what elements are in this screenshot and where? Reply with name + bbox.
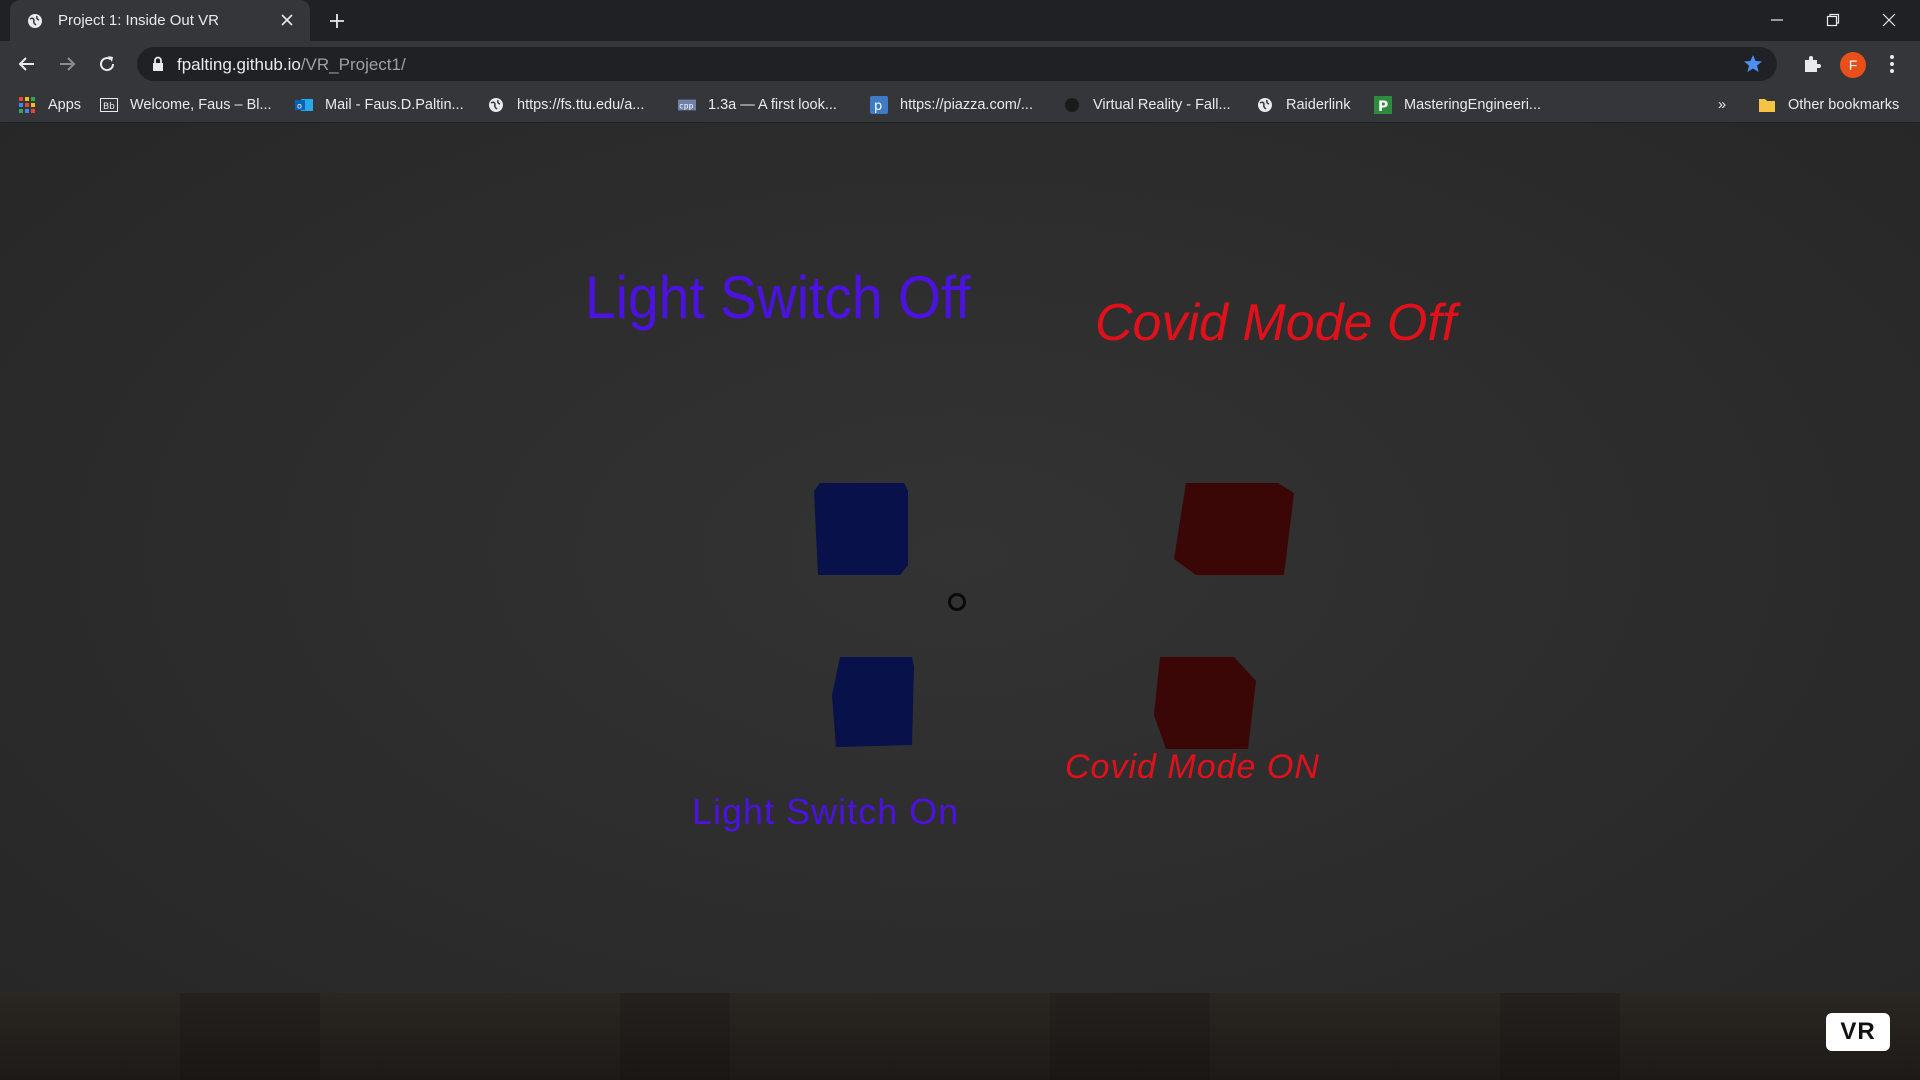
bookmark-label: MasteringEngineeri... <box>1404 97 1542 113</box>
covid-mode-off-label: Covid Mode Off <box>1095 294 1457 352</box>
url-path: /VR_Project1/ <box>300 55 406 74</box>
bookmark-label: Apps <box>48 97 82 113</box>
address-bar[interactable]: fpalting.github.io/VR_Project1/ <box>137 47 1777 81</box>
folder-icon <box>1758 96 1776 114</box>
floor-plank <box>1500 993 1620 1080</box>
bookmark-piazza[interactable]: p https://piazza.com/... <box>870 95 1033 115</box>
globe-icon <box>1256 96 1274 114</box>
mastering-p-icon: P <box>1374 96 1392 114</box>
cpp-icon: cpp <box>678 96 696 114</box>
bookmark-mail[interactable]: o Mail - Faus.D.Paltin... <box>295 95 464 115</box>
other-bookmarks-folder[interactable]: Other bookmarks <box>1758 95 1899 115</box>
bookmark-blackboard[interactable]: Bb Welcome, Faus – Bl... <box>100 95 272 115</box>
svg-text:P: P <box>1378 99 1388 114</box>
apps-grid-icon <box>18 96 36 114</box>
close-window-icon[interactable] <box>1866 6 1912 34</box>
bookmark-mastering[interactable]: P MasteringEngineeri... <box>1374 95 1541 115</box>
lock-icon[interactable] <box>151 56 165 72</box>
piazza-icon: p <box>870 96 888 114</box>
light-switch-on-label: Light Switch On <box>692 791 960 832</box>
bookmark-fs-ttu[interactable]: https://fs.ttu.edu/a... <box>487 95 644 115</box>
svg-text:o: o <box>297 102 302 111</box>
dark-logo-icon <box>1063 96 1081 114</box>
bookmark-label: 1.3a — A first look... <box>708 97 837 113</box>
vr-scene[interactable]: Light Switch Off Covid Mode Off Covid Mo… <box>0 123 1920 1080</box>
tab-title: Project 1: Inside Out VR <box>58 12 219 29</box>
light-switch-off-cube[interactable] <box>812 481 912 577</box>
bookmark-label: Virtual Reality - Fall... <box>1093 97 1231 113</box>
enter-vr-button[interactable]: VR <box>1826 1013 1890 1051</box>
reload-icon[interactable] <box>94 51 120 77</box>
floor-plank <box>1050 993 1210 1080</box>
outlook-icon: o <box>295 96 313 114</box>
bookmarks-overflow-button[interactable]: » <box>1718 95 1726 115</box>
chevron-double-right-icon: » <box>1718 97 1727 113</box>
url-domain: fpalting.github.io <box>177 55 301 74</box>
bookmarks-bar: Apps Bb Welcome, Faus – Bl... o Mail - F… <box>0 87 1920 123</box>
browser-tab[interactable]: Project 1: Inside Out VR <box>10 0 310 41</box>
bookmark-cpp[interactable]: cpp 1.3a — A first look... <box>678 95 837 115</box>
bookmark-raiderlink[interactable]: Raiderlink <box>1256 95 1350 115</box>
close-tab-icon[interactable] <box>278 11 296 29</box>
bookmark-label: Mail - Faus.D.Paltin... <box>325 97 464 113</box>
bookmark-star-icon[interactable] <box>1743 54 1763 74</box>
floor-plank <box>620 993 730 1080</box>
menu-kebab-icon[interactable] <box>1880 52 1904 76</box>
bookmark-virtual-reality[interactable]: Virtual Reality - Fall... <box>1063 95 1231 115</box>
extensions-puzzle-icon[interactable] <box>1800 52 1824 76</box>
new-tab-icon[interactable] <box>326 10 348 32</box>
covid-mode-on-label: Covid Mode ON <box>1065 748 1320 786</box>
bookmark-apps[interactable]: Apps <box>18 95 81 115</box>
back-arrow-icon[interactable] <box>14 51 40 77</box>
light-switch-on-cube[interactable] <box>830 655 916 749</box>
bookmark-label: Welcome, Faus – Bl... <box>130 97 272 113</box>
light-switch-off-label: Light Switch Off <box>585 264 971 331</box>
profile-avatar[interactable]: F <box>1840 52 1866 78</box>
covid-mode-off-cube[interactable] <box>1172 481 1296 577</box>
restore-icon[interactable] <box>1810 6 1856 34</box>
floor-plank <box>180 993 320 1080</box>
url-text: fpalting.github.io/VR_Project1/ <box>177 55 406 75</box>
blackboard-icon: Bb <box>100 96 118 114</box>
globe-icon <box>26 12 44 30</box>
gaze-cursor <box>948 593 966 611</box>
bookmark-label: https://piazza.com/... <box>900 97 1033 113</box>
bookmark-label: Raiderlink <box>1286 97 1351 113</box>
svg-text:p: p <box>874 99 882 114</box>
globe-icon <box>487 96 505 114</box>
svg-text:cpp: cpp <box>679 101 694 111</box>
covid-mode-on-cube[interactable] <box>1152 655 1258 751</box>
tab-strip: Project 1: Inside Out VR <box>0 0 1920 41</box>
bookmark-label: https://fs.ttu.edu/a... <box>517 97 645 113</box>
floor <box>0 993 1920 1080</box>
svg-text:Bb: Bb <box>103 102 115 112</box>
browser-toolbar: fpalting.github.io/VR_Project1/ <box>0 41 1920 87</box>
minimize-icon[interactable] <box>1754 6 1800 34</box>
forward-arrow-icon[interactable] <box>54 51 80 77</box>
bookmark-label: Other bookmarks <box>1788 97 1900 113</box>
